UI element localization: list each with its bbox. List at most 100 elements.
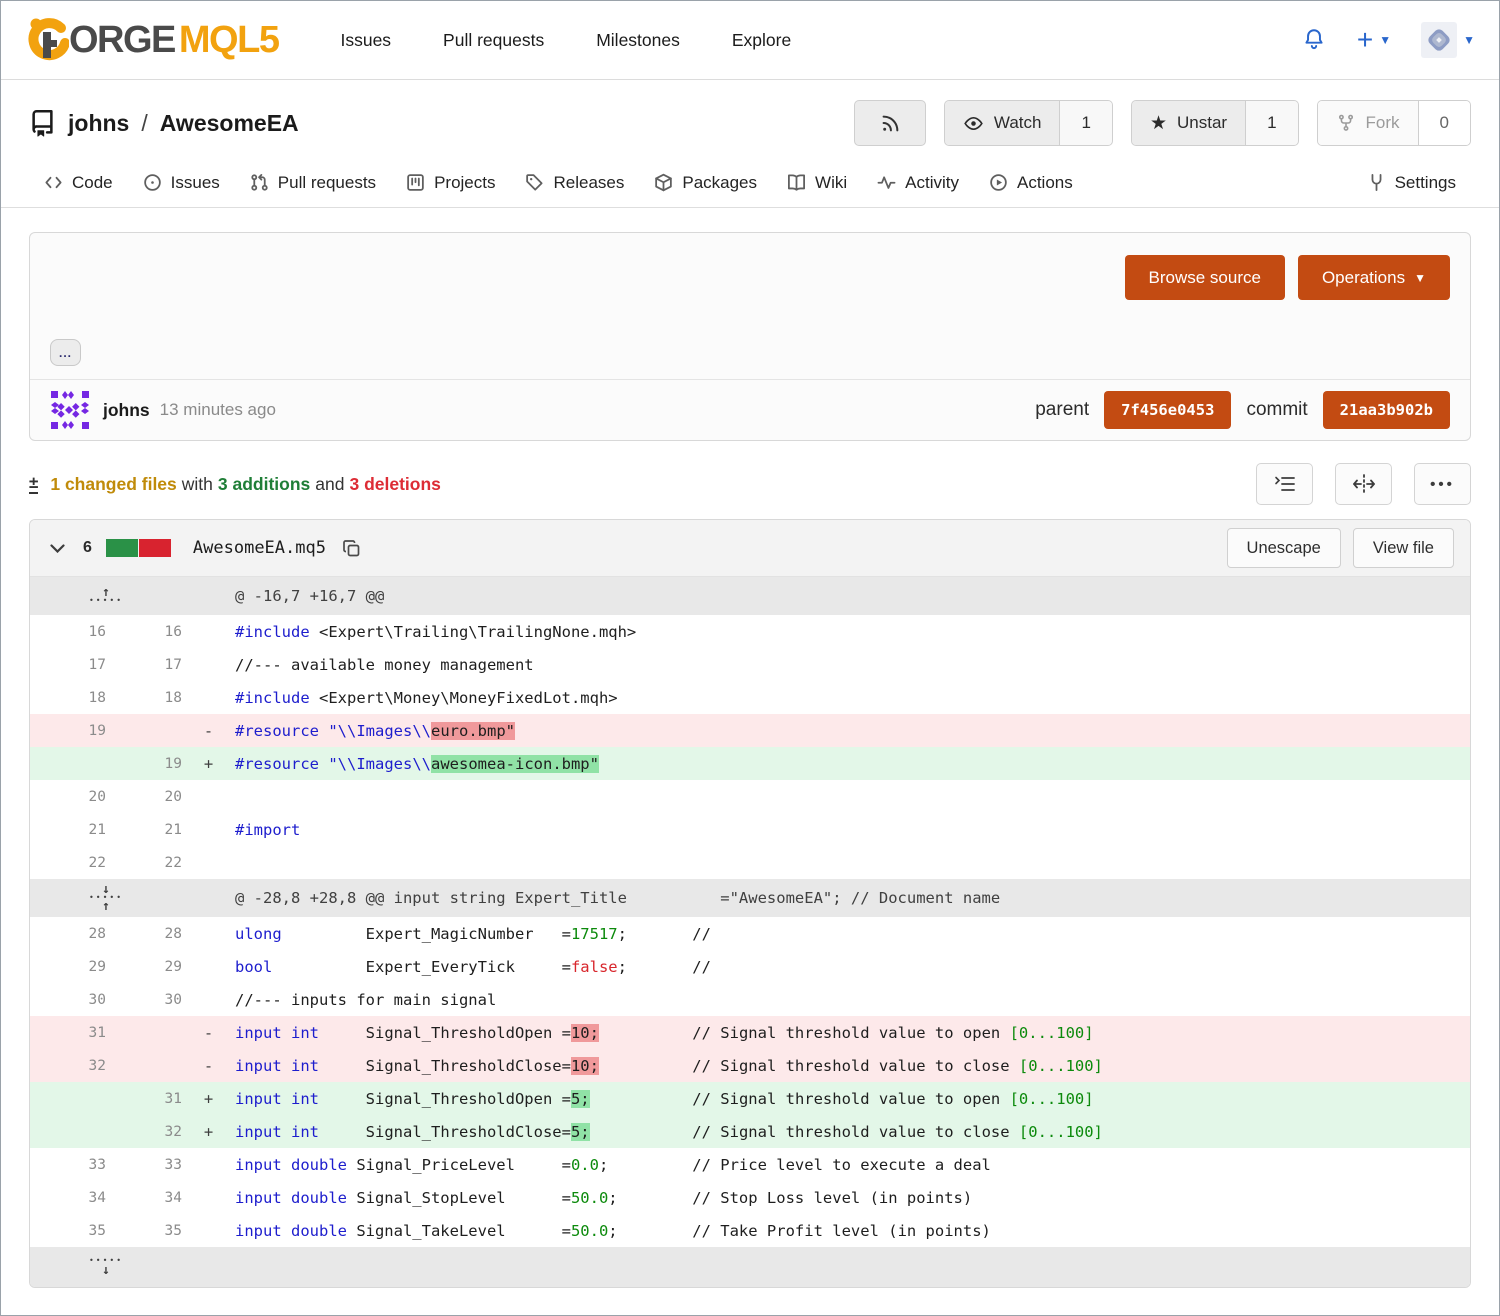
code-segment: bool (235, 958, 272, 976)
whitespace-options-button[interactable] (1256, 463, 1313, 505)
code-segment: Signal_ThresholdClose= (319, 1057, 571, 1075)
unescape-button[interactable]: Unescape (1227, 528, 1341, 568)
collapse-file-button[interactable] (46, 540, 69, 557)
watch-button[interactable]: Watch (945, 101, 1060, 145)
new-line-number[interactable]: 18 (106, 681, 182, 714)
old-line-number[interactable]: 19 (30, 714, 106, 747)
browse-source-button[interactable]: Browse source (1125, 255, 1285, 300)
changed-files-link[interactable]: 1 changed files (50, 474, 176, 495)
file-diff-box: 6 AwesomeEA.mq5 Unescape View file ↑••••… (29, 519, 1471, 1288)
old-line-number[interactable]: 16 (30, 615, 106, 648)
tab-issues[interactable]: Issues (128, 158, 235, 207)
old-line-number[interactable]: 21 (30, 813, 106, 846)
fork-button[interactable]: Fork (1318, 101, 1418, 145)
new-line-number[interactable]: 31 (106, 1082, 182, 1115)
old-line-number[interactable]: 28 (30, 917, 106, 950)
code-segment: // Signal threshold value to open (590, 1090, 1010, 1108)
code-line (182, 846, 1470, 879)
new-line-number[interactable]: 32 (106, 1115, 182, 1148)
tab-settings[interactable]: Settings (1352, 158, 1471, 207)
split-view-button[interactable] (1335, 463, 1392, 505)
old-line-number[interactable]: 29 (30, 950, 106, 983)
tab-wiki[interactable]: Wiki (772, 158, 862, 207)
new-line-number[interactable]: 34 (106, 1181, 182, 1214)
old-line-number[interactable]: 18 (30, 681, 106, 714)
nav-item-milestones[interactable]: Milestones (596, 30, 680, 51)
tab-projects[interactable]: Projects (391, 158, 510, 207)
new-line-number[interactable]: 29 (106, 950, 182, 983)
rss-button[interactable] (854, 100, 926, 146)
forge-mql5-logo[interactable]: ORGE MQL5 (25, 16, 278, 64)
code-segment: #include (235, 689, 310, 707)
new-line-number[interactable]: 22 (106, 846, 182, 879)
parent-hash-button[interactable]: 7f456e0453 (1104, 391, 1231, 429)
watchers-count[interactable]: 1 (1059, 101, 1111, 145)
new-line-number[interactable]: 19 (106, 747, 182, 780)
new-line-number[interactable]: 20 (106, 780, 182, 813)
code-segment: 17517 (571, 925, 618, 943)
tab-actions[interactable]: Actions (974, 158, 1088, 207)
old-line-number[interactable]: 30 (30, 983, 106, 1016)
user-menu-button[interactable]: ▼ (1421, 22, 1475, 58)
code-line: +input int Signal_ThresholdClose=5; // S… (182, 1115, 1470, 1148)
forks-count[interactable]: 0 (1418, 101, 1470, 145)
expand-both-icon[interactable]: ↓•••••↑ (30, 884, 182, 912)
old-line-number[interactable] (30, 1082, 106, 1115)
nav-item-issues[interactable]: Issues (340, 30, 391, 51)
old-line-number[interactable] (30, 747, 106, 780)
nav-item-explore[interactable]: Explore (732, 30, 791, 51)
tab-packages[interactable]: Packages (639, 158, 772, 207)
old-line-number[interactable]: 35 (30, 1214, 106, 1247)
code-segment: input int (235, 1123, 319, 1141)
tab-releases[interactable]: Releases (510, 158, 639, 207)
tab-pull-requests[interactable]: Pull requests (235, 158, 391, 207)
diff-options-button[interactable]: ••• (1414, 463, 1471, 505)
expand-up-icon[interactable]: ↑••••• (30, 587, 182, 604)
author-avatar[interactable] (50, 390, 90, 430)
author-name-link[interactable]: johns (103, 400, 150, 421)
new-line-number[interactable]: 33 (106, 1148, 182, 1181)
stars-count[interactable]: 1 (1245, 101, 1297, 145)
code-segment: //--- available money management (235, 656, 534, 674)
tab-activity[interactable]: Activity (862, 158, 974, 207)
create-new-button[interactable]: + ▼ (1357, 24, 1391, 56)
new-line-number[interactable]: 28 (106, 917, 182, 950)
unstar-button[interactable]: ★ Unstar (1132, 101, 1245, 145)
old-line-number[interactable]: 33 (30, 1148, 106, 1181)
code-segment: <Expert\Money\MoneyFixedLot.mqh> (310, 689, 618, 707)
code-line: +#resource "\\Images\\awesomea-icon.bmp" (182, 747, 1470, 780)
old-line-number[interactable]: 20 (30, 780, 106, 813)
expand-down-icon[interactable]: •••••↓ (30, 1258, 182, 1275)
logo-text-mql5: MQL5 (179, 21, 279, 59)
old-line-number[interactable]: 34 (30, 1181, 106, 1214)
code-segment: ulong (235, 925, 282, 943)
new-line-number[interactable]: 35 (106, 1214, 182, 1247)
new-line-number[interactable] (106, 1049, 182, 1082)
file-name-link[interactable]: AwesomeEA.mq5 (193, 538, 326, 558)
tab-code[interactable]: Code (29, 158, 128, 207)
repo-name-link[interactable]: AwesomeEA (160, 110, 299, 137)
operations-dropdown-button[interactable]: Operations ▼ (1298, 255, 1450, 300)
new-line-number[interactable]: 17 (106, 648, 182, 681)
nav-item-pull-requests[interactable]: Pull requests (443, 30, 544, 51)
commit-hash-button[interactable]: 21aa3b902b (1323, 391, 1450, 429)
releases-icon (525, 173, 544, 192)
old-line-number[interactable]: 32 (30, 1049, 106, 1082)
new-line-number[interactable] (106, 1016, 182, 1049)
new-line-number[interactable] (106, 714, 182, 747)
old-line-number[interactable]: 17 (30, 648, 106, 681)
notifications-button[interactable] (1301, 27, 1327, 53)
view-file-button[interactable]: View file (1353, 528, 1454, 568)
new-line-number[interactable]: 21 (106, 813, 182, 846)
old-line-number[interactable]: 22 (30, 846, 106, 879)
commit-more-button[interactable]: ... (50, 339, 81, 366)
repo-owner-link[interactable]: johns (68, 110, 129, 137)
copy-file-path-button[interactable] (340, 537, 363, 560)
new-line-number[interactable]: 30 (106, 983, 182, 1016)
old-line-number[interactable] (30, 1115, 106, 1148)
code-line: bool Expert_EveryTick =false; // (182, 950, 1470, 983)
old-line-number[interactable]: 31 (30, 1016, 106, 1049)
file-diff-header: 6 AwesomeEA.mq5 Unescape View file (30, 520, 1470, 577)
new-line-number[interactable]: 16 (106, 615, 182, 648)
fork-icon (1336, 113, 1356, 133)
